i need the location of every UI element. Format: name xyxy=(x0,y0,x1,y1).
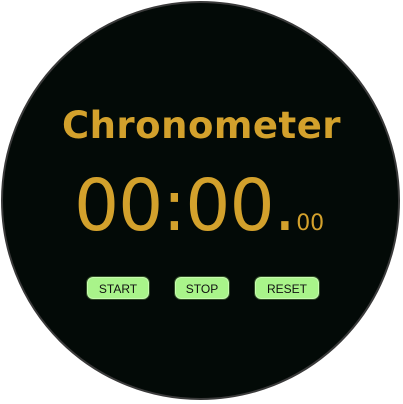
timer-main-value: 00:00. xyxy=(74,164,296,247)
stop-button[interactable]: STOP xyxy=(174,276,230,300)
reset-button[interactable]: RESET xyxy=(254,276,320,300)
timer-display: 00:00.00 xyxy=(74,164,324,247)
timer-fraction-value: 00 xyxy=(296,211,325,236)
app-title: Chronometer xyxy=(61,104,342,147)
app-root: Chronometer 00:00.00 START STOP RESET xyxy=(0,0,403,404)
control-buttons: START STOP RESET xyxy=(0,276,403,302)
start-button[interactable]: START xyxy=(86,276,150,300)
